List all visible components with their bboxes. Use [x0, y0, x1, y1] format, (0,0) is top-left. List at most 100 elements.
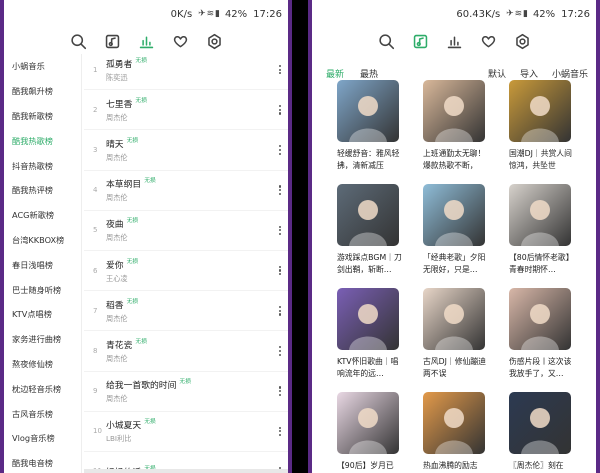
- settings-icon[interactable]: [513, 32, 531, 50]
- song-row[interactable]: 10 小城夏天 无损 LBI利比: [84, 412, 288, 452]
- song-title: 稻香: [106, 300, 124, 311]
- more-options-icon[interactable]: [272, 426, 288, 437]
- playlist-card[interactable]: 热血沸腾的励志: [423, 392, 493, 472]
- tab-latest[interactable]: 最新: [326, 67, 344, 80]
- playlist-card[interactable]: 上班通勤太无聊！爆款热歌不断，: [423, 80, 493, 171]
- playlist-cover[interactable]: [337, 184, 399, 246]
- clock: 17:26: [253, 8, 282, 20]
- source-action[interactable]: 小蜗音乐: [552, 67, 588, 80]
- playlist-card[interactable]: 【90后】岁月已: [337, 392, 407, 472]
- song-artist: 陈奕迅: [106, 72, 128, 82]
- song-index: 6: [93, 266, 98, 275]
- song-list: 1 孤勇者 无损陈奕迅 2 七里香 无损 周杰伦 3 晴天 无损 周杰伦 4 本草纲目 无损 周杰伦 5 夜曲无…: [84, 50, 288, 473]
- source-action[interactable]: 默认: [488, 67, 506, 80]
- playlist-caption: 上班通勤太无聊！爆款热歌不断，: [423, 149, 486, 170]
- song-index: 3: [93, 145, 98, 154]
- heart-icon[interactable]: [171, 32, 189, 50]
- playlist-cover[interactable]: [509, 80, 571, 142]
- more-options-icon[interactable]: [272, 265, 288, 276]
- song-info: 爱你 无损 王心凌: [104, 258, 272, 284]
- sidebar-item[interactable]: 酷我新歌榜: [4, 104, 81, 129]
- playlist-cover[interactable]: [423, 184, 485, 246]
- sidebar-item[interactable]: KTV点唱榜: [4, 302, 81, 327]
- sidebar-item[interactable]: 小蜗音乐: [4, 54, 81, 79]
- chart-icon[interactable]: [445, 32, 463, 50]
- song-row[interactable]: 5 夜曲 无损 周杰伦: [84, 211, 288, 251]
- playlist-card[interactable]: 「经典老歌」夕阳无限好，只是…: [423, 184, 493, 275]
- sidebar-item[interactable]: 巴士随身听榜: [4, 277, 81, 302]
- song-row[interactable]: 8 青花瓷 无损 周杰伦: [84, 331, 288, 372]
- sidebar-item[interactable]: ACG新歌榜: [4, 203, 81, 228]
- playlist-cover[interactable]: [337, 288, 399, 350]
- song-info: 孤勇者 无损 陈奕迅: [104, 57, 272, 83]
- top-toolbar: [312, 28, 596, 54]
- playlist-cover[interactable]: [423, 392, 485, 454]
- search-icon[interactable]: [69, 32, 87, 50]
- playlist-card[interactable]: 轻缓舒音：雅风轻拂，清新减压: [337, 80, 407, 171]
- playlist-cover[interactable]: [337, 80, 399, 142]
- playlist-card[interactable]: 游戏踩点BGM｜刀剑出鞘，斩断…: [337, 184, 407, 275]
- song-index: 1: [93, 65, 98, 74]
- sidebar-item[interactable]: 台湾KKBOX榜: [4, 228, 81, 253]
- playlist-cover[interactable]: [509, 184, 571, 246]
- sidebar-item[interactable]: 抖音热歌榜: [4, 153, 81, 178]
- chart-icon[interactable]: [137, 32, 155, 50]
- song-title-row: 孤勇者 无损: [106, 57, 272, 70]
- playlist-caption: 国潮DJ｜共赏人间惊鸿，共坠世: [509, 149, 572, 170]
- more-options-icon[interactable]: [272, 145, 288, 155]
- heart-icon[interactable]: [479, 32, 497, 50]
- playlist-caption: KTV怀旧歌曲｜唱响流年的远…: [337, 357, 399, 378]
- sidebar-item[interactable]: 酷我飙升榜: [4, 79, 81, 104]
- song-info: 稻香 无损 周杰伦: [104, 298, 272, 324]
- playlist-card[interactable]: 国潮DJ｜共赏人间惊鸿，共坠世: [509, 80, 579, 171]
- sidebar-item[interactable]: Vlog音乐榜: [4, 426, 81, 451]
- playlist-cover[interactable]: [509, 288, 571, 350]
- more-options-icon[interactable]: [272, 305, 288, 316]
- playlist-cover[interactable]: [423, 288, 485, 350]
- playlist-card[interactable]: 古风DJ｜修仙蹦迪两不误: [423, 288, 493, 379]
- song-row[interactable]: 1 孤勇者 无损陈奕迅: [84, 50, 288, 91]
- playlist-cover[interactable]: [423, 80, 485, 142]
- song-row[interactable]: 6 爱你 无损 王心凌: [84, 251, 288, 292]
- search-icon[interactable]: [377, 32, 395, 50]
- song-index: 4: [93, 186, 98, 195]
- song-index: 8: [93, 346, 98, 355]
- song-row[interactable]: 2 七里香 无损 周杰伦: [84, 90, 288, 131]
- sidebar-item[interactable]: 熬夜修仙榜: [4, 352, 81, 377]
- more-options-icon[interactable]: [272, 225, 288, 236]
- more-options-icon[interactable]: [272, 105, 288, 115]
- song-row[interactable]: 4 本草纲目 无损 周杰伦: [84, 171, 288, 211]
- right-screen: 60.43K/s ✈ ≋ ▮ 42% 17:26 最新 最热 默认 导入 小蜗音乐 轻缓…: [308, 0, 600, 473]
- more-options-icon[interactable]: [272, 346, 288, 356]
- sidebar-item[interactable]: 酷我电音榜: [4, 451, 81, 473]
- settings-icon[interactable]: [205, 32, 223, 50]
- song-info: 青花瓷 无损 周杰伦: [104, 338, 272, 364]
- song-title: 孤勇者: [106, 59, 133, 70]
- sidebar-item[interactable]: 春日浅唱榜: [4, 252, 81, 277]
- more-options-icon[interactable]: [272, 185, 288, 195]
- song-row[interactable]: 7 稻香 无损 周杰伦: [84, 291, 288, 332]
- playlist-card[interactable]: 【80后情怀老歌】青春时期怀…: [509, 184, 579, 275]
- playlist-cover[interactable]: [509, 392, 571, 454]
- playlist-card[interactable]: KTV怀旧歌曲｜唱响流年的远…: [337, 288, 407, 379]
- sidebar-item[interactable]: 枕边轻音乐榜: [4, 376, 81, 401]
- sidebar-item[interactable]: 古风音乐榜: [4, 401, 81, 426]
- playlist-card[interactable]: 伤感片段丨这次该我放手了，又…: [509, 288, 579, 379]
- sidebar-item[interactable]: 家务进行曲榜: [4, 327, 81, 352]
- playlist-cover[interactable]: [337, 392, 399, 454]
- sidebar-item[interactable]: 酷我热评榜: [4, 178, 81, 203]
- source-action[interactable]: 导入: [520, 67, 538, 80]
- sidebar-item[interactable]: 酷我热歌榜: [4, 128, 81, 153]
- tab-hottest[interactable]: 最热: [360, 67, 378, 80]
- playlist-card[interactable]: 〖周杰伦〗刻在: [509, 392, 579, 472]
- music-library-icon[interactable]: [103, 32, 121, 50]
- player-bar[interactable]: [84, 469, 288, 473]
- more-options-icon[interactable]: [272, 386, 288, 396]
- music-library-icon[interactable]: [411, 32, 429, 50]
- more-options-icon[interactable]: [272, 64, 288, 75]
- song-index: 7: [93, 306, 98, 315]
- song-info: 晴天 无损 周杰伦: [104, 137, 272, 163]
- song-row[interactable]: 9 给我一首歌的时间 无损 周杰伦: [84, 372, 288, 412]
- song-row[interactable]: 3 晴天 无损 周杰伦: [84, 130, 288, 171]
- song-artist: 周杰伦: [106, 152, 128, 162]
